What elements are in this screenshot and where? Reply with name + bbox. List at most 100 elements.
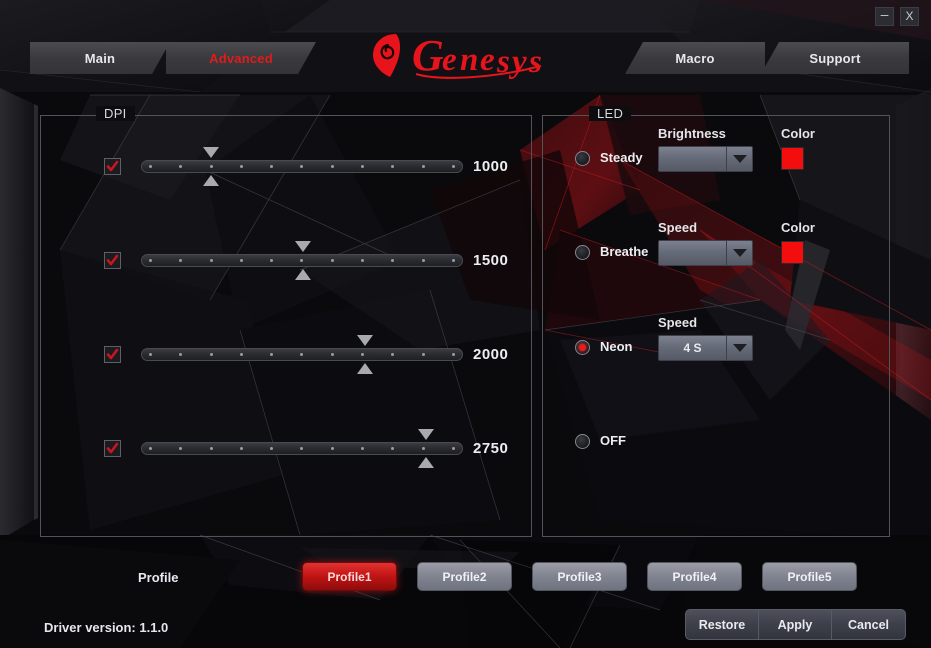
dpi-enable-checkbox[interactable] xyxy=(104,157,121,175)
led-color-swatch[interactable] xyxy=(781,147,804,170)
dpi-slider-tick xyxy=(239,352,243,356)
dpi-slider-tick xyxy=(361,164,365,168)
dpi-row: 2750 xyxy=(41,428,531,468)
led-mode-row: Neon Speed 4 S xyxy=(543,315,889,374)
tab-macro[interactable]: Macro xyxy=(625,42,765,74)
led-setting-dropdown-value: 4 S xyxy=(683,341,702,355)
restore-button[interactable]: Restore xyxy=(686,610,759,639)
dpi-slider-handle-top[interactable] xyxy=(202,146,219,158)
dpi-enable-checkbox[interactable] xyxy=(104,439,121,457)
led-color-label: Color xyxy=(781,126,815,141)
led-setting-dropdown[interactable] xyxy=(658,240,753,266)
led-mode-radio[interactable] xyxy=(575,340,590,355)
led-mode-label[interactable]: OFF xyxy=(600,433,626,448)
dpi-slider-tick xyxy=(149,352,152,356)
dpi-value: 1000 xyxy=(473,157,509,175)
dpi-slider-tick xyxy=(179,164,183,168)
profile-label: Profile xyxy=(138,570,179,585)
dpi-slider-tick xyxy=(361,352,365,356)
dpi-slider[interactable] xyxy=(141,240,463,280)
tab-group-right: Macro Support xyxy=(625,42,909,74)
led-setting-dropdown-value xyxy=(659,147,726,171)
dpi-slider-tick xyxy=(300,352,304,356)
titlebar: – X xyxy=(0,0,931,32)
dpi-row: 1000 xyxy=(41,146,531,186)
dpi-slider-tick xyxy=(330,446,334,450)
led-field-label: Brightness xyxy=(658,126,726,141)
dpi-slider-handle-top[interactable] xyxy=(295,240,311,252)
led-mode-label[interactable]: Neon xyxy=(600,339,633,354)
dpi-value: 2000 xyxy=(473,345,509,363)
tab-bar: Main Advanced Macro Support xyxy=(0,42,931,76)
apply-button[interactable]: Apply xyxy=(759,610,832,639)
dpi-slider-tick xyxy=(451,258,455,262)
dpi-slider[interactable] xyxy=(141,146,463,186)
led-color-swatch[interactable] xyxy=(781,241,804,264)
led-mode-radio[interactable] xyxy=(575,245,590,260)
dpi-slider-tick xyxy=(209,352,213,356)
dpi-slider-tick xyxy=(421,446,425,450)
dpi-slider-tick xyxy=(330,258,334,262)
chevron-down-icon[interactable] xyxy=(726,336,752,360)
led-setting-dropdown-value xyxy=(659,241,726,265)
dpi-slider-tick xyxy=(270,446,274,450)
dpi-panel-title: DPI xyxy=(96,106,135,121)
dpi-slider-tick xyxy=(451,352,455,356)
dpi-slider-tick xyxy=(421,352,425,356)
tab-group-left: Main Advanced xyxy=(30,42,312,74)
dpi-slider-tick xyxy=(239,164,243,168)
minimize-button[interactable]: – xyxy=(875,7,894,26)
dpi-row: 1500 xyxy=(41,240,531,280)
dpi-slider-tick xyxy=(391,258,395,262)
dpi-slider-ticks xyxy=(142,443,462,454)
dpi-slider-tick xyxy=(179,352,183,356)
tab-advanced[interactable]: Advanced xyxy=(166,42,316,74)
dpi-panel: DPI 1000 1500 2000 2750 xyxy=(40,106,532,537)
dpi-slider-tick xyxy=(270,258,274,262)
dpi-slider-ticks xyxy=(142,349,462,360)
chevron-down-icon[interactable] xyxy=(726,147,752,171)
profile-button[interactable]: Profile1 xyxy=(302,562,397,591)
dpi-slider-tick xyxy=(330,164,334,168)
dpi-slider-tick xyxy=(421,258,425,262)
dpi-slider-tick xyxy=(149,164,152,168)
led-mode-radio[interactable] xyxy=(575,434,590,449)
dpi-slider-handle-bottom[interactable] xyxy=(295,268,311,280)
dpi-slider-handle-bottom[interactable] xyxy=(418,456,435,468)
close-button[interactable]: X xyxy=(900,7,919,26)
dpi-slider[interactable] xyxy=(141,428,463,468)
dpi-slider-tick xyxy=(239,446,243,450)
dpi-slider-handle-top[interactable] xyxy=(356,334,373,346)
dpi-slider-tick xyxy=(300,446,304,450)
dpi-slider-tick xyxy=(451,164,455,168)
dpi-slider-tick xyxy=(391,352,395,356)
tab-support[interactable]: Support xyxy=(761,42,909,74)
cancel-button[interactable]: Cancel xyxy=(832,610,905,639)
led-mode-label[interactable]: Breathe xyxy=(600,244,648,259)
driver-version: Driver version: 1.1.0 xyxy=(44,620,169,635)
tab-main[interactable]: Main xyxy=(30,42,170,74)
profile-button[interactable]: Profile3 xyxy=(532,562,627,591)
profile-button[interactable]: Profile5 xyxy=(762,562,857,591)
dpi-enable-checkbox[interactable] xyxy=(104,251,121,269)
dpi-enable-checkbox[interactable] xyxy=(104,345,121,363)
led-mode-label[interactable]: Steady xyxy=(600,150,643,165)
dpi-slider-handle-bottom[interactable] xyxy=(356,362,373,374)
led-field-label: Speed xyxy=(658,315,698,330)
dpi-slider-ticks xyxy=(142,255,462,266)
profile-button[interactable]: Profile2 xyxy=(417,562,512,591)
dpi-slider-tick xyxy=(421,164,425,168)
chevron-down-icon[interactable] xyxy=(726,241,752,265)
dpi-slider-handle-top[interactable] xyxy=(418,428,435,440)
dpi-slider-ticks xyxy=(142,161,462,172)
dpi-slider-tick xyxy=(300,258,304,262)
dpi-slider[interactable] xyxy=(141,334,463,374)
dpi-row: 2000 xyxy=(41,334,531,374)
dpi-slider-tick xyxy=(391,164,395,168)
led-setting-dropdown[interactable]: 4 S xyxy=(658,335,753,361)
dpi-slider-handle-bottom[interactable] xyxy=(202,174,219,186)
app-window: – X Main Advanced Macro Support G e n e … xyxy=(0,0,931,648)
profile-button[interactable]: Profile4 xyxy=(647,562,742,591)
led-setting-dropdown[interactable] xyxy=(658,146,753,172)
led-mode-radio[interactable] xyxy=(575,151,590,166)
